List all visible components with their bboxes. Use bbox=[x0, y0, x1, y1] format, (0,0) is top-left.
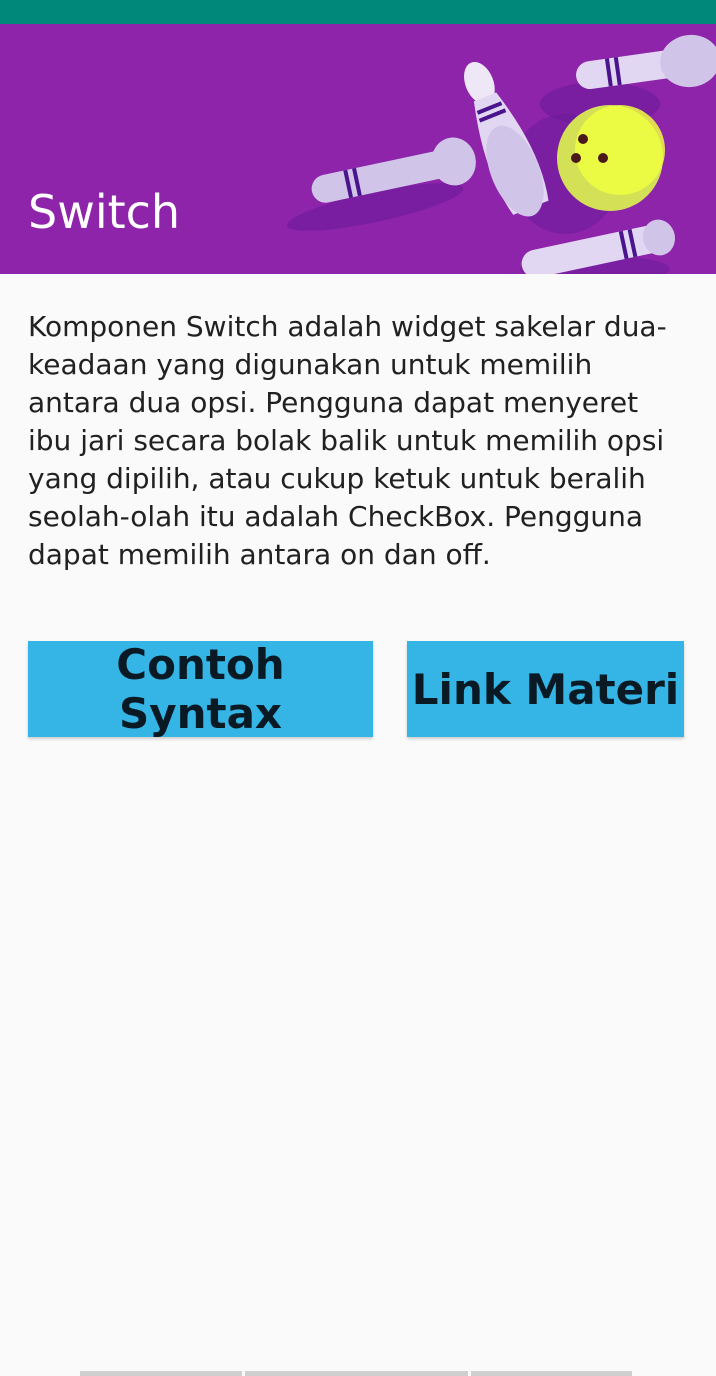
nav-indicator-left bbox=[80, 1371, 242, 1376]
link-materi-button[interactable]: Link Materi bbox=[407, 641, 684, 737]
contoh-syntax-button[interactable]: Contoh Syntax bbox=[28, 640, 373, 738]
description-text: Komponen Switch adalah widget sakelar du… bbox=[28, 310, 667, 571]
nav-indicator-right bbox=[471, 1371, 632, 1376]
status-bar bbox=[0, 0, 716, 24]
page-title: Switch bbox=[28, 185, 181, 239]
nav-indicator-center bbox=[245, 1371, 468, 1376]
app-bar: Switch bbox=[0, 24, 716, 274]
